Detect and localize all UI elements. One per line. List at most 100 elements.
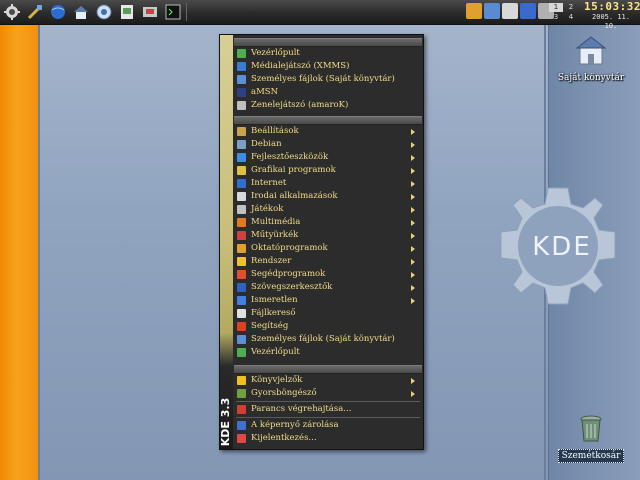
quick-browser-icon [237, 389, 246, 398]
submenu-arrow-icon [411, 129, 415, 135]
lock-screen-icon [237, 421, 246, 430]
recent-item-label: Médialejátszó (XMMS) [251, 61, 350, 71]
bookmarks-icon [237, 376, 246, 385]
help-icon [121, 5, 133, 19]
submenu-arrow-icon [411, 220, 415, 226]
action-item-3[interactable]: A képernyő zárolása [234, 419, 422, 432]
submenu-arrow-icon [411, 168, 415, 174]
menu-item-label: Segítség [251, 321, 289, 331]
menu-item-1[interactable]: Debian [234, 138, 422, 151]
pager-desktop-2[interactable]: 2 [564, 3, 578, 12]
action-item-0[interactable]: Könyvjelzők [234, 374, 422, 387]
action-item-1[interactable]: Gyorsböngésző [234, 387, 422, 400]
kde-menu-button[interactable] [2, 2, 22, 22]
pager-desktop-4[interactable]: 4 [564, 13, 578, 22]
desktop-icon-trash[interactable]: Szemétkosár [556, 410, 626, 463]
menu-item-2[interactable]: Fejlesztőeszközök [234, 151, 422, 164]
action-item-label: Parancs végrehajtása... [251, 404, 352, 414]
recent-item-label: aMSN [251, 87, 279, 97]
recent-item-2[interactable]: Személyes fájlok (Saját könyvtár) [234, 73, 422, 86]
menu-item-5[interactable]: Irodai alkalmazások [234, 190, 422, 203]
section-header-recent [234, 38, 422, 47]
menu-item-14[interactable]: Fájlkereső [234, 307, 422, 320]
control-panel-icon [237, 49, 246, 58]
games-icon [237, 205, 246, 214]
pager-desktop-3[interactable]: 3 [549, 13, 563, 22]
media-player-icon [237, 62, 246, 71]
menu-item-9[interactable]: Oktatóprogramok [234, 242, 422, 255]
menu-item-15[interactable]: Segítség [234, 320, 422, 333]
section-header-apps [234, 116, 422, 125]
menu-item-12[interactable]: Szövegszerkesztők [234, 281, 422, 294]
action-item-label: Gyorsböngésző [251, 388, 317, 398]
menu-item-13[interactable]: Ismeretlen [234, 294, 422, 307]
section-header-actions [234, 365, 422, 374]
education-icon [237, 244, 246, 253]
launcher-home[interactable] [71, 2, 91, 22]
action-item-label: Kijelentkezés... [251, 433, 317, 443]
help-icon [237, 322, 246, 331]
taskbar: 1 2 3 4 15:03:32 2005. 11. 10. [0, 0, 640, 31]
action-item-2[interactable]: Parancs végrehajtása... [234, 403, 422, 416]
menu-item-label: Vezérlőpult [251, 347, 300, 357]
menu-item-11[interactable]: Segédprogramok [234, 268, 422, 281]
k-menu: KDE 3.3 Vezérlőpult Médialejátszó (XMMS) S… [219, 34, 424, 450]
submenu-arrow-icon [411, 194, 415, 200]
recent-item-4[interactable]: Zenelejátszó (amaroK) [234, 99, 422, 112]
volume-tray-icon[interactable] [484, 3, 500, 19]
clipboard-tray-icon[interactable] [466, 3, 482, 19]
menu-item-label: Műtyürkék [251, 230, 299, 240]
launcher-help[interactable] [117, 2, 137, 22]
menu-item-6[interactable]: Játékok [234, 203, 422, 216]
pager-desktop-1[interactable]: 1 [549, 3, 563, 12]
menu-item-label: Beállítások [251, 126, 299, 136]
amarok-icon [237, 101, 246, 110]
menu-item-16[interactable]: Személyes fájlok (Saját könyvtár) [234, 333, 422, 346]
desktop-orange-strip [0, 24, 39, 480]
recent-item-3[interactable]: aMSN [234, 86, 422, 99]
kde-logo-text: KDE [532, 232, 592, 262]
menu-item-4[interactable]: Internet [234, 177, 422, 190]
settings-icon [237, 127, 246, 136]
home-icon [74, 6, 88, 19]
menu-item-3[interactable]: Grafikai programok [234, 164, 422, 177]
menu-item-label: Oktatóprogramok [251, 243, 328, 253]
action-item-4[interactable]: Kijelentkezés... [234, 432, 422, 445]
desktop-icon-home[interactable]: Saját könyvtár [556, 34, 626, 84]
graphics-icon [237, 166, 246, 175]
clock-time: 15:03:32 [584, 0, 640, 13]
menu-item-17[interactable]: Vezérlőpult [234, 346, 422, 359]
office-icon [237, 192, 246, 201]
submenu-arrow-icon [411, 207, 415, 213]
action-item-label: A képernyő zárolása [251, 420, 339, 430]
menu-item-label: Multimédia [251, 217, 301, 227]
launcher-system[interactable] [140, 2, 160, 22]
taskbar-separator [186, 3, 187, 21]
desktop-icon-home-label: Saját könyvtár [557, 73, 625, 83]
menu-item-7[interactable]: Multimédia [234, 216, 422, 229]
network-tray-icon[interactable] [520, 3, 536, 19]
submenu-arrow-icon [411, 259, 415, 265]
k-menu-side-label: KDE 3.3 [219, 397, 232, 447]
submenu-arrow-icon [411, 298, 415, 304]
menu-item-label: Személyes fájlok (Saját könyvtár) [251, 334, 395, 344]
submenu-arrow-icon [411, 142, 415, 148]
find-files-icon [237, 309, 246, 318]
recent-item-1[interactable]: Médialejátszó (XMMS) [234, 60, 422, 73]
menu-item-10[interactable]: Rendszer [234, 255, 422, 268]
clock[interactable]: 15:03:32 2005. 11. 10. [584, 0, 640, 31]
menu-item-label: Ismeretlen [251, 295, 298, 305]
menu-item-8[interactable]: Műtyürkék [234, 229, 422, 242]
debian-icon [237, 140, 246, 149]
recent-item-0[interactable]: Vezérlőpult [234, 47, 422, 60]
menu-separator [236, 401, 420, 402]
launcher-browser[interactable] [48, 2, 68, 22]
display-tray-icon[interactable] [502, 3, 518, 19]
launcher-network[interactable] [94, 2, 114, 22]
menu-item-0[interactable]: Beállítások [234, 125, 422, 138]
menu-item-label: Fejlesztőeszközök [251, 152, 329, 162]
launcher-terminal[interactable] [163, 2, 183, 22]
launcher-settings[interactable] [25, 2, 45, 22]
amsn-icon [237, 88, 246, 97]
development-icon [237, 153, 246, 162]
